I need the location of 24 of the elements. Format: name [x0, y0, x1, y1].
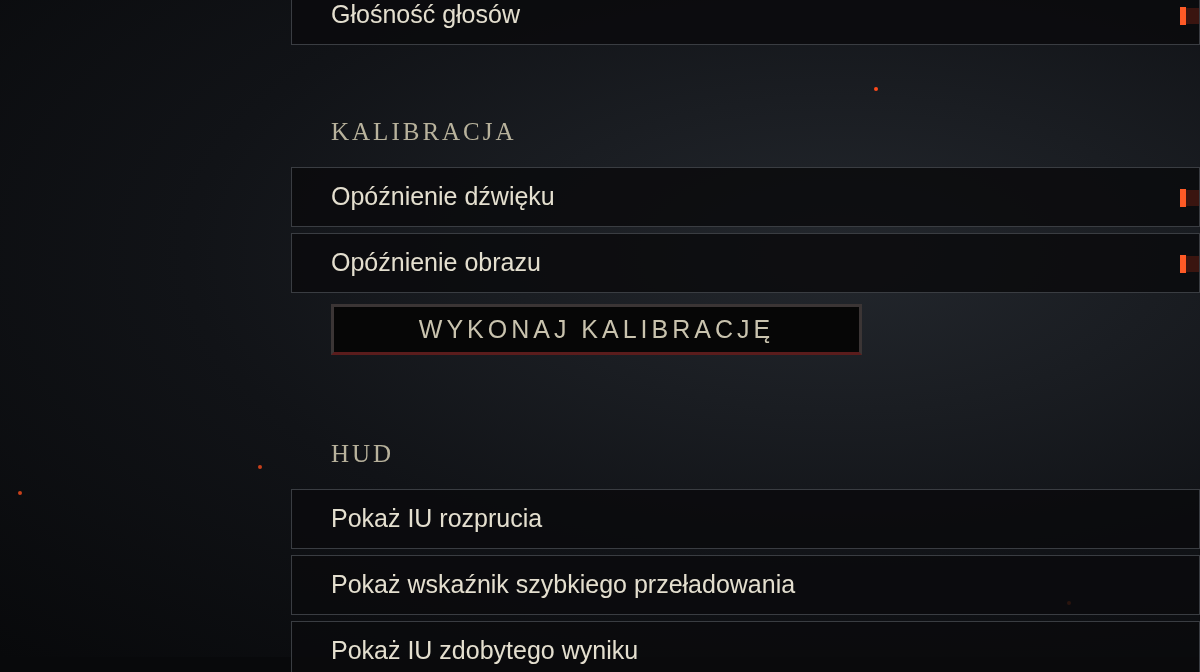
section-heading: HUD: [331, 439, 396, 469]
settings-row[interactable]: Pokaż IU zdobytego wyniku: [291, 621, 1200, 672]
ember: [874, 87, 878, 91]
settings-row[interactable]: Opóźnienie dźwięku: [291, 167, 1200, 227]
section-heading: KALIBRACJA: [331, 117, 518, 147]
slider-track[interactable]: [1180, 256, 1199, 272]
calibrate-button[interactable]: WYKONAJ KALIBRACJĘ: [331, 304, 862, 355]
setting-label: Pokaż IU rozprucia: [331, 503, 543, 535]
settings-row[interactable]: Pokaż wskaźnik szybkiego przeładowania: [291, 555, 1200, 615]
setting-label: Pokaż IU zdobytego wyniku: [331, 635, 639, 667]
settings-row[interactable]: Opóźnienie obrazu: [291, 233, 1200, 293]
setting-label: Głośność głosów: [331, 0, 520, 31]
slider-thumb[interactable]: [1180, 255, 1186, 273]
setting-label: Pokaż wskaźnik szybkiego przeładowania: [331, 569, 796, 601]
settings-row[interactable]: Głośność głosów: [291, 0, 1200, 45]
ember: [18, 491, 22, 495]
slider-track[interactable]: [1180, 190, 1199, 206]
ember: [258, 465, 262, 469]
slider-thumb[interactable]: [1180, 189, 1186, 207]
settings-row[interactable]: Pokaż IU rozprucia: [291, 489, 1200, 549]
setting-label: Opóźnienie dźwięku: [331, 181, 555, 213]
slider-track[interactable]: [1180, 8, 1199, 24]
slider-thumb[interactable]: [1180, 7, 1186, 25]
setting-label: Opóźnienie obrazu: [331, 247, 541, 279]
